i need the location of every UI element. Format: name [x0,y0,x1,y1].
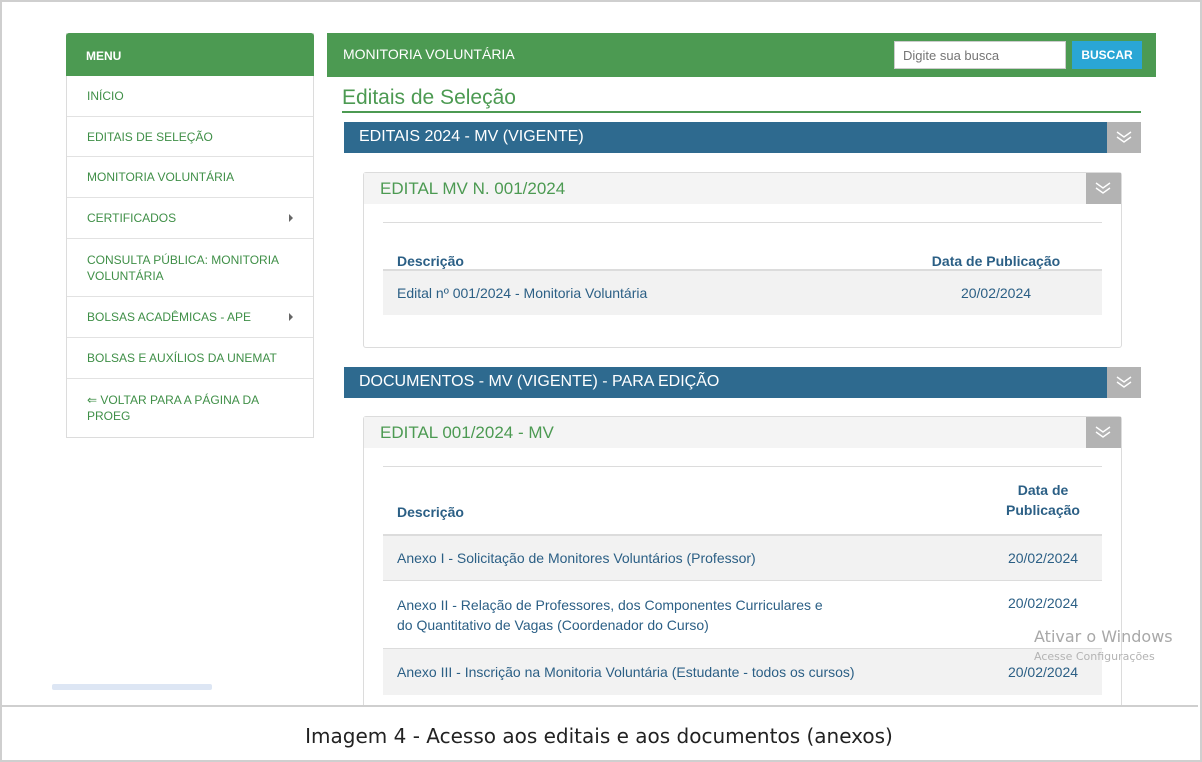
column-header-descricao: Descrição [383,222,890,271]
accordion-title: EDITAIS 2024 - MV (VIGENTE) [359,128,584,145]
caret-right-icon [289,313,293,321]
sidebar-item-consulta-publica[interactable]: CONSULTA PÚBLICA: MONITORIA VOLUNTÁRIA [67,239,313,297]
document-link[interactable]: Edital nº 001/2024 - Monitoria Voluntári… [383,269,890,315]
documents-table: Descrição Data de Publicação Edital nº 0… [383,222,1102,315]
screenshot-area: MENU INÍCIO EDITAIS DE SELEÇÃO MONITORIA… [0,0,1198,705]
table-row[interactable]: Anexo III - Inscrição na Monitoria Volun… [383,648,1102,695]
sidebar-item-inicio[interactable]: INÍCIO [67,76,313,117]
search-button[interactable]: BUSCAR [1072,41,1142,69]
table-header-row: Descrição Data de Publicação [383,466,1102,536]
windows-activation-subtext: Acesse Configurações [1034,650,1155,663]
documents-table: Descrição Data de Publicação Anexo I - S… [383,466,1102,695]
sidebar-item-editais[interactable]: EDITAIS DE SELEÇÃO [67,117,313,157]
document-link[interactable]: Anexo III - Inscrição na Monitoria Volun… [383,648,984,695]
search-input[interactable] [894,41,1066,69]
figure-caption: Imagem 4 - Acesso aos editais e aos docu… [305,724,893,748]
table-row[interactable]: Edital nº 001/2024 - Monitoria Voluntári… [383,269,1102,315]
panel-title: EDITAL 001/2024 - MV [380,423,554,442]
table-row[interactable]: Anexo I - Solicitação de Monitores Volun… [383,534,1102,581]
sidebar-menu: MENU INÍCIO EDITAIS DE SELEÇÃO MONITORIA… [66,33,314,438]
top-bar: MONITORIA VOLUNTÁRIA BUSCAR [327,33,1156,77]
edital-panel: EDITAL MV N. 001/2024 Descrição Data de … [363,172,1122,348]
sidebar-item-label: INÍCIO [87,89,124,103]
page-title: Editais de Seleção [342,86,516,109]
sidebar-item-label: EDITAIS DE SELEÇÃO [87,129,213,144]
sidebar-item-label: BOLSAS E AUXÍLIOS DA UNEMAT [87,351,277,365]
table-row[interactable]: Anexo II - Relação de Professores, dos C… [383,580,1102,649]
sidebar-item-label: MONITORIA VOLUNTÁRIA [87,170,235,184]
sidebar-item-label: ⇐ VOLTAR PARA A PÁGINA DA PROEG [87,393,259,423]
publication-date: 20/02/2024 [984,534,1102,581]
title-divider [342,111,1141,113]
sidebar-item-voltar-proeg[interactable]: ⇐ VOLTAR PARA A PÁGINA DA PROEG [67,379,313,437]
table-header-row: Descrição Data de Publicação [383,222,1102,271]
horizontal-scrollbar[interactable] [52,684,212,690]
column-header-descricao: Descrição [383,466,984,536]
sidebar-item-bolsas-unemat[interactable]: BOLSAS E AUXÍLIOS DA UNEMAT [67,338,313,379]
caption-divider [0,705,1198,707]
caret-right-icon [289,214,293,222]
panel-header[interactable]: EDITAL MV N. 001/2024 [364,173,1121,204]
sidebar-item-label: BOLSAS ACADÊMICAS - APE [87,310,252,324]
double-chevron-down-icon[interactable] [1107,367,1141,398]
document-link[interactable]: Anexo II - Relação de Professores, dos C… [383,580,984,649]
windows-activation-watermark: Ativar o Windows [1034,627,1173,646]
panel-header[interactable]: EDITAL 001/2024 - MV [364,417,1121,448]
edital-panel: EDITAL 001/2024 - MV Descrição Data de P… [363,416,1122,705]
double-chevron-down-icon[interactable] [1086,417,1121,448]
section-title: MONITORIA VOLUNTÁRIA [343,46,515,62]
publication-date: 20/02/2024 [890,269,1102,315]
accordion-header-documentos[interactable]: DOCUMENTOS - MV (VIGENTE) - PARA EDIÇÃO [344,367,1141,398]
column-header-data: Data de Publicação [890,222,1102,271]
sidebar-item-bolsas-ape[interactable]: BOLSAS ACADÊMICAS - APE [67,297,313,338]
double-chevron-down-icon[interactable] [1107,122,1141,153]
sidebar-item-label: CERTIFICADOS [87,211,177,225]
document-link[interactable]: Anexo I - Solicitação de Monitores Volun… [383,534,984,581]
sidebar-item-label: CONSULTA PÚBLICA: MONITORIA VOLUNTÁRIA [87,252,279,283]
accordion-title: DOCUMENTOS - MV (VIGENTE) - PARA EDIÇÃO [359,373,720,390]
accordion-header-editais-2024[interactable]: EDITAIS 2024 - MV (VIGENTE) [344,122,1141,153]
column-header-data: Data de Publicação [984,466,1102,536]
double-chevron-down-icon[interactable] [1086,173,1121,204]
sidebar-item-monitoria[interactable]: MONITORIA VOLUNTÁRIA [67,157,313,198]
panel-title: EDITAL MV N. 001/2024 [380,179,566,198]
menu-header: MENU [66,33,314,76]
sidebar-item-certificados[interactable]: CERTIFICADOS [67,198,313,239]
